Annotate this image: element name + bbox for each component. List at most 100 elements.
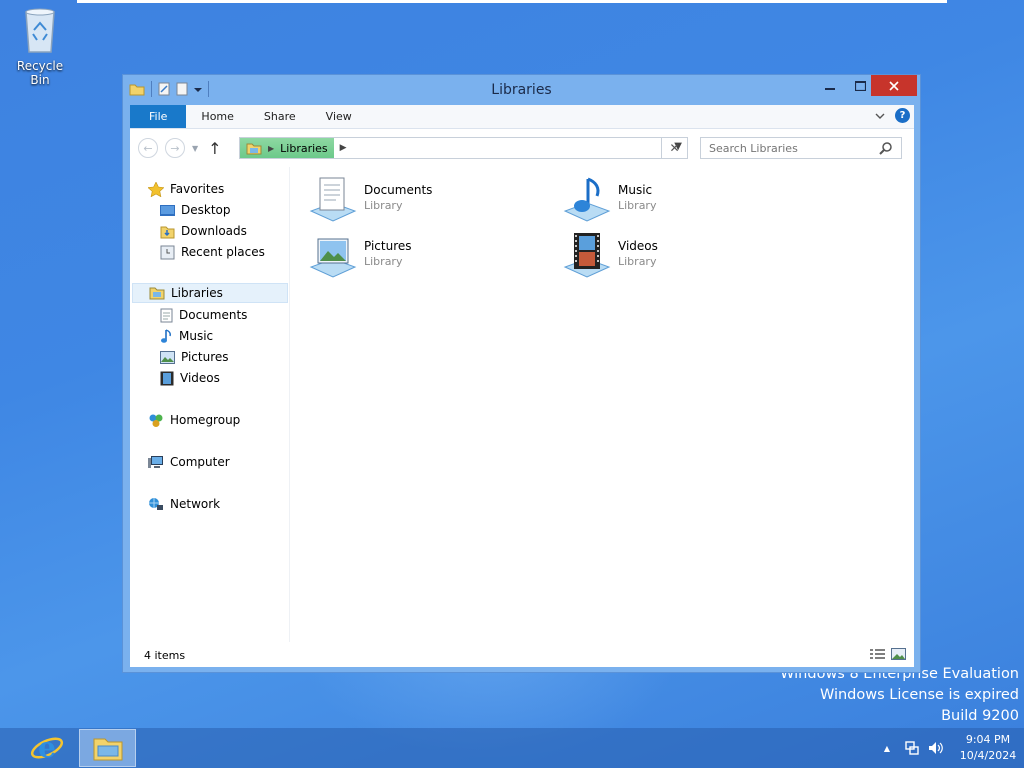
- taskbar-internet-explorer[interactable]: e: [18, 729, 75, 767]
- search-box[interactable]: [700, 137, 902, 159]
- nav-label: Desktop: [181, 203, 231, 217]
- desktop-icon-label: Recycle Bin: [16, 59, 64, 87]
- library-text: Documents Library: [364, 175, 432, 212]
- nav-label: Network: [170, 497, 221, 511]
- library-item-documents[interactable]: Documents Library: [308, 175, 432, 225]
- network-status-icon[interactable]: [904, 740, 920, 756]
- nav-libraries[interactable]: Libraries: [132, 283, 288, 303]
- search-icon[interactable]: [879, 141, 893, 155]
- nav-label: Videos: [180, 371, 220, 385]
- library-type: Library: [364, 199, 403, 212]
- nav-label: Favorites: [170, 182, 225, 196]
- item-count: 4 items: [144, 648, 186, 662]
- taskbar-file-explorer[interactable]: [79, 729, 136, 767]
- computer-icon: [148, 456, 163, 468]
- maximize-button[interactable]: [847, 75, 873, 96]
- library-item-music[interactable]: Music Library: [562, 175, 656, 225]
- forward-button[interactable]: →: [165, 138, 185, 158]
- back-button[interactable]: ←: [138, 138, 158, 158]
- watermark-line-build: Build 9200: [941, 708, 1019, 724]
- nav-item-downloads[interactable]: Downloads: [160, 221, 247, 241]
- internet-explorer-icon: e: [30, 731, 63, 764]
- taskbar: e ▲ 9:04 PM 10/4/2024: [0, 728, 1024, 768]
- large-icons-view-icon[interactable]: [891, 648, 906, 660]
- recent-locations-dropdown-icon[interactable]: ▼: [192, 144, 198, 153]
- search-input[interactable]: [709, 141, 874, 155]
- nav-label: Pictures: [181, 350, 229, 364]
- svg-text:e: e: [38, 731, 56, 764]
- show-hidden-icons-icon[interactable]: ▲: [884, 744, 890, 753]
- library-type: Library: [618, 199, 657, 212]
- top-edge-bar: [77, 0, 947, 3]
- nav-item-documents[interactable]: Documents: [160, 305, 247, 325]
- nav-item-desktop[interactable]: Desktop: [160, 200, 231, 220]
- nav-item-music[interactable]: Music: [160, 326, 213, 346]
- pictures-library-icon: [309, 238, 357, 278]
- nav-label: Downloads: [181, 224, 247, 238]
- volume-icon[interactable]: [928, 740, 944, 756]
- library-type: Library: [618, 255, 657, 268]
- file-explorer-icon: [93, 738, 122, 761]
- library-item-videos[interactable]: Videos Library: [562, 231, 658, 281]
- pictures-icon: [160, 350, 175, 364]
- desktop-icon: [160, 204, 175, 216]
- breadcrumb-chevron-icon[interactable]: ▶: [340, 143, 347, 153]
- library-name: Documents: [364, 183, 433, 197]
- nav-homegroup[interactable]: Homegroup: [148, 410, 240, 430]
- nav-favorites[interactable]: Favorites: [148, 179, 224, 199]
- nav-item-videos[interactable]: Videos: [160, 368, 220, 388]
- forward-arrow-icon: →: [170, 141, 180, 155]
- back-arrow-icon: ←: [143, 141, 153, 155]
- libraries-icon: [149, 287, 165, 300]
- videos-library-icon: [563, 233, 611, 278]
- nav-item-pictures[interactable]: Pictures: [160, 347, 229, 367]
- close-button[interactable]: [871, 75, 917, 96]
- breadcrumb-libraries[interactable]: Libraries: [280, 142, 328, 155]
- expand-ribbon-icon[interactable]: [875, 112, 885, 120]
- system-tray: ▲ 9:04 PM 10/4/2024: [884, 728, 1024, 768]
- clock[interactable]: 9:04 PM 10/4/2024: [952, 732, 1024, 764]
- music-icon: [161, 328, 171, 343]
- minimize-icon: [825, 87, 835, 90]
- recent-places-icon: [160, 245, 175, 259]
- view-switcher: [870, 648, 906, 660]
- tab-home[interactable]: Home: [186, 105, 248, 128]
- breadcrumb-separator-icon[interactable]: ▶: [268, 144, 274, 153]
- address-bar[interactable]: ▶ Libraries ▶ ▼: [239, 137, 688, 159]
- details-view-icon[interactable]: [870, 648, 885, 660]
- desktop-icon-recycle-bin[interactable]: Recycle Bin: [6, 6, 74, 87]
- license-watermark: Windows 8 Enterprise Evaluation Windows …: [780, 664, 1019, 727]
- library-item-pictures[interactable]: Pictures Library: [308, 231, 412, 281]
- nav-network[interactable]: Network: [148, 494, 220, 514]
- videos-icon: [160, 371, 174, 385]
- library-name: Videos: [618, 239, 658, 253]
- up-arrow-icon[interactable]: ↑: [208, 139, 221, 158]
- clear-address-button[interactable]: ✕: [661, 137, 688, 159]
- library-name: Music: [618, 183, 653, 197]
- nav-computer[interactable]: Computer: [148, 452, 230, 472]
- breadcrumb: ▶ Libraries: [240, 138, 334, 158]
- library-text: Pictures Library: [364, 231, 412, 268]
- library-name: Pictures: [364, 239, 412, 253]
- nav-item-recent-places[interactable]: Recent places: [160, 242, 265, 262]
- title-bar[interactable]: Libraries: [123, 75, 920, 105]
- nav-label: Homegroup: [170, 413, 241, 427]
- minimize-button[interactable]: [813, 75, 847, 96]
- navigation-bar: ← → ▼ ↑ ▶ Libraries ▶ ▼ ✕: [130, 129, 914, 167]
- help-icon[interactable]: ?: [895, 108, 910, 123]
- tab-file[interactable]: File: [130, 105, 187, 128]
- nav-label: Libraries: [171, 286, 223, 300]
- window-title: Libraries: [491, 82, 552, 98]
- library-text: Videos Library: [618, 231, 658, 268]
- tab-share[interactable]: Share: [249, 105, 311, 128]
- ribbon-right-controls: ?: [875, 108, 910, 123]
- documents-library-icon: [309, 177, 357, 222]
- watermark-line-license: Windows License is expired: [819, 687, 1019, 703]
- library-type: Library: [364, 255, 403, 268]
- downloads-icon: [160, 226, 175, 238]
- tab-view[interactable]: View: [311, 105, 367, 128]
- maximize-icon: [854, 80, 866, 91]
- status-bar: 4 items: [130, 643, 914, 667]
- libraries-folder-icon: [246, 143, 262, 154]
- explorer-window: Libraries File Home Share View ? ← → ▼ ↑…: [122, 74, 921, 673]
